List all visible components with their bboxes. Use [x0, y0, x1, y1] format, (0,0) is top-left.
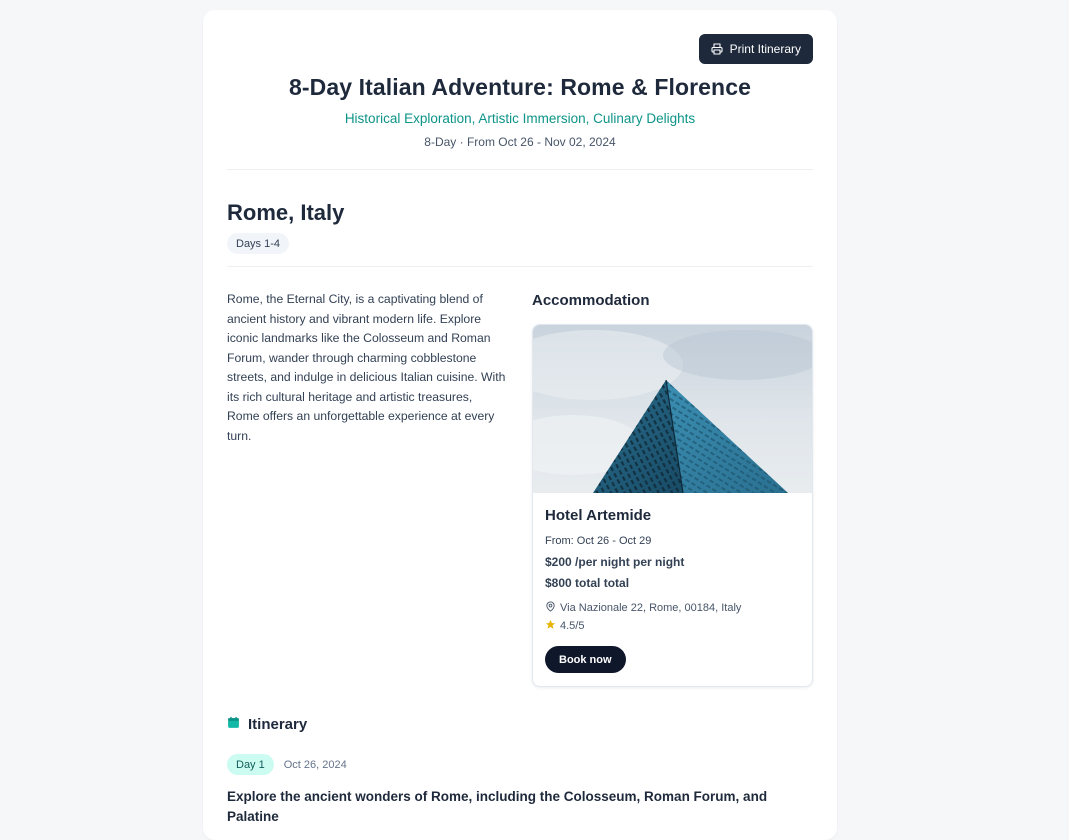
hotel-image — [533, 325, 812, 493]
itinerary-day-header: Day 1 Oct 26, 2024 — [227, 754, 347, 775]
destination-title: Rome, Italy — [227, 200, 345, 225]
hotel-total-price: $800 total total — [545, 576, 630, 590]
destination-divider — [227, 266, 813, 267]
hotel-nightly-price: $200 /per night per night — [545, 555, 685, 569]
itinerary-heading-text: Itinerary — [248, 716, 308, 733]
map-pin-icon — [545, 601, 556, 615]
print-itinerary-button[interactable]: Print Itinerary — [698, 34, 813, 64]
destination-description: Rome, the Eternal City, is a captivating… — [227, 292, 506, 443]
calendar-icon — [227, 716, 240, 733]
star-icon — [545, 619, 556, 633]
day-badge: Day 1 — [227, 754, 274, 775]
page-title: 8-Day Italian Adventure: Rome & Florence — [289, 74, 751, 100]
hotel-stay-dates: From: Oct 26 - Oct 29 — [545, 535, 652, 547]
trip-subtitle: Historical Exploration, Artistic Immersi… — [344, 111, 696, 126]
book-now-button[interactable]: Book now — [545, 646, 626, 673]
day-description: Explore the ancient wonders of Rome, inc… — [227, 789, 768, 824]
itinerary-card: Print Itinerary 8-Day Italian Adventure:… — [203, 10, 837, 840]
hotel-address-text: Via Nazionale 22, Rome, 00184, Italy — [560, 602, 742, 614]
hotel-rating-text: 4.5/5 — [560, 620, 585, 632]
day-date: Oct 26, 2024 — [283, 758, 347, 771]
days-badge: Days 1-4 — [227, 233, 290, 254]
header-divider — [227, 169, 813, 170]
hotel-card: Hotel Artemide From: Oct 26 - Oct 29 $20… — [532, 324, 813, 687]
hotel-address: Via Nazionale 22, Rome, 00184, Italy — [545, 601, 741, 615]
itinerary-heading: Itinerary — [227, 716, 307, 733]
trip-dates: 8-Day · From Oct 26 - Nov 02, 2024 — [424, 135, 616, 149]
print-itinerary-label: Print Itinerary — [729, 42, 801, 56]
hotel-rating: 4.5/5 — [545, 619, 584, 633]
accommodation-heading: Accommodation — [532, 292, 650, 309]
hotel-name: Hotel Artemide — [545, 507, 652, 524]
printer-icon — [711, 43, 723, 55]
